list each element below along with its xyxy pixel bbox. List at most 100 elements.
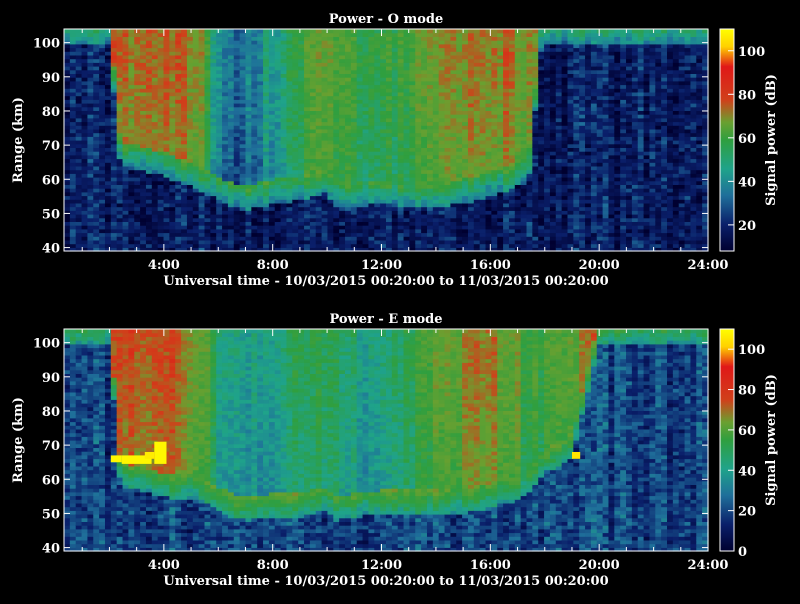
heatmap-cell [491,40,498,45]
heatmap-cell [514,184,522,189]
heatmap-cell [122,69,129,74]
heatmap-cell [110,128,118,134]
heatmap-cell [497,143,504,148]
heatmap-cell [75,88,83,93]
heatmap-cell [397,191,405,197]
heatmap-cell [181,88,188,93]
heatmap-cell [374,69,381,74]
heatmap-cell [426,36,434,41]
heatmap-cell [175,114,182,119]
heatmap-cell [432,99,440,104]
heatmap-cell [497,91,504,97]
heatmap-cell [280,221,288,226]
heatmap-cell [339,184,346,189]
heatmap-cell [362,184,370,189]
heatmap-cell [151,154,159,160]
heatmap-cell [526,128,533,134]
heatmap-cell [75,62,83,67]
heatmap-cell [280,91,288,97]
heatmap-cell [280,236,288,241]
heatmap-cell [192,117,200,123]
heatmap-cell [356,173,364,178]
heatmap-cell [456,202,463,208]
heatmap-cell [333,88,340,93]
heatmap-cell [508,195,516,200]
heatmap-cell [544,47,551,52]
heatmap-cell [532,184,539,189]
heatmap-cell [514,136,522,141]
heatmap-cell [204,73,211,78]
heatmap-cell [268,180,276,185]
heatmap-cell [403,91,411,97]
heatmap-cell [216,162,223,167]
heatmap-cell [257,165,264,171]
heatmap-cell [280,239,288,245]
heatmap-cell [485,225,492,230]
heatmap-cell [304,202,311,208]
heatmap-cell [462,225,469,230]
heatmap-cell [64,236,71,241]
heatmap-cell [64,169,71,174]
heatmap-cell [491,173,498,178]
heatmap-cell [175,239,182,245]
heatmap-cell [520,77,528,82]
heatmap-cell [309,36,317,41]
heatmap-cell [151,58,159,63]
heatmap-cell [280,143,288,148]
heatmap-cell [356,77,364,82]
heatmap-cell [479,58,487,63]
heatmap-cell [374,228,381,234]
heatmap-cell [257,180,264,185]
heatmap-cell [339,214,346,219]
heatmap-cell [520,140,528,145]
heatmap-cell [549,206,557,211]
heatmap-cell [333,151,340,156]
heatmap-cell [473,136,481,141]
heatmap-cell [239,117,247,123]
heatmap-cell [263,243,270,248]
heatmap-cell [544,232,551,237]
heatmap-cell [134,77,141,82]
heatmap-cell [426,95,434,100]
heatmap-cell [368,51,375,56]
heatmap-cell [163,243,170,248]
heatmap-cell [309,217,317,222]
heatmap-cell [362,29,370,34]
heatmap-cell [526,158,533,163]
heatmap-cell [350,91,358,97]
heatmap-cell [532,236,539,241]
heatmap-cell [286,140,293,145]
heatmap-cell [210,239,217,245]
heatmap-cell [69,188,77,193]
heatmap-cell [298,180,305,185]
heatmap-cell [93,110,100,115]
heatmap-cell [157,147,165,152]
heatmap-cell [339,225,346,230]
heatmap-cell [485,84,492,89]
heatmap-cell [227,202,235,208]
heatmap-cell [122,195,129,200]
heatmap-cell [128,169,135,174]
heatmap-cell [456,221,463,226]
heatmap-cell [75,51,83,56]
heatmap-cell [210,206,217,211]
heatmap-cell [421,32,428,37]
heatmap-cell [163,180,170,185]
heatmap-cell [216,217,223,222]
heatmap-cell [339,202,346,208]
heatmap-cell [251,206,258,211]
heatmap-cell [380,184,387,189]
heatmap-cell [104,162,112,167]
heatmap-cell [520,125,528,130]
heatmap-cell [104,29,112,34]
heatmap-cell [274,128,282,134]
heatmap-cell [151,195,159,200]
heatmap-cell [309,128,317,134]
heatmap-cell [309,165,317,171]
heatmap-cell [110,236,118,241]
heatmap-cell [362,195,370,200]
heatmap-cell [304,239,311,245]
heatmap-cell [345,58,352,63]
heatmap-cell [514,188,522,193]
heatmap-cell [134,232,141,237]
